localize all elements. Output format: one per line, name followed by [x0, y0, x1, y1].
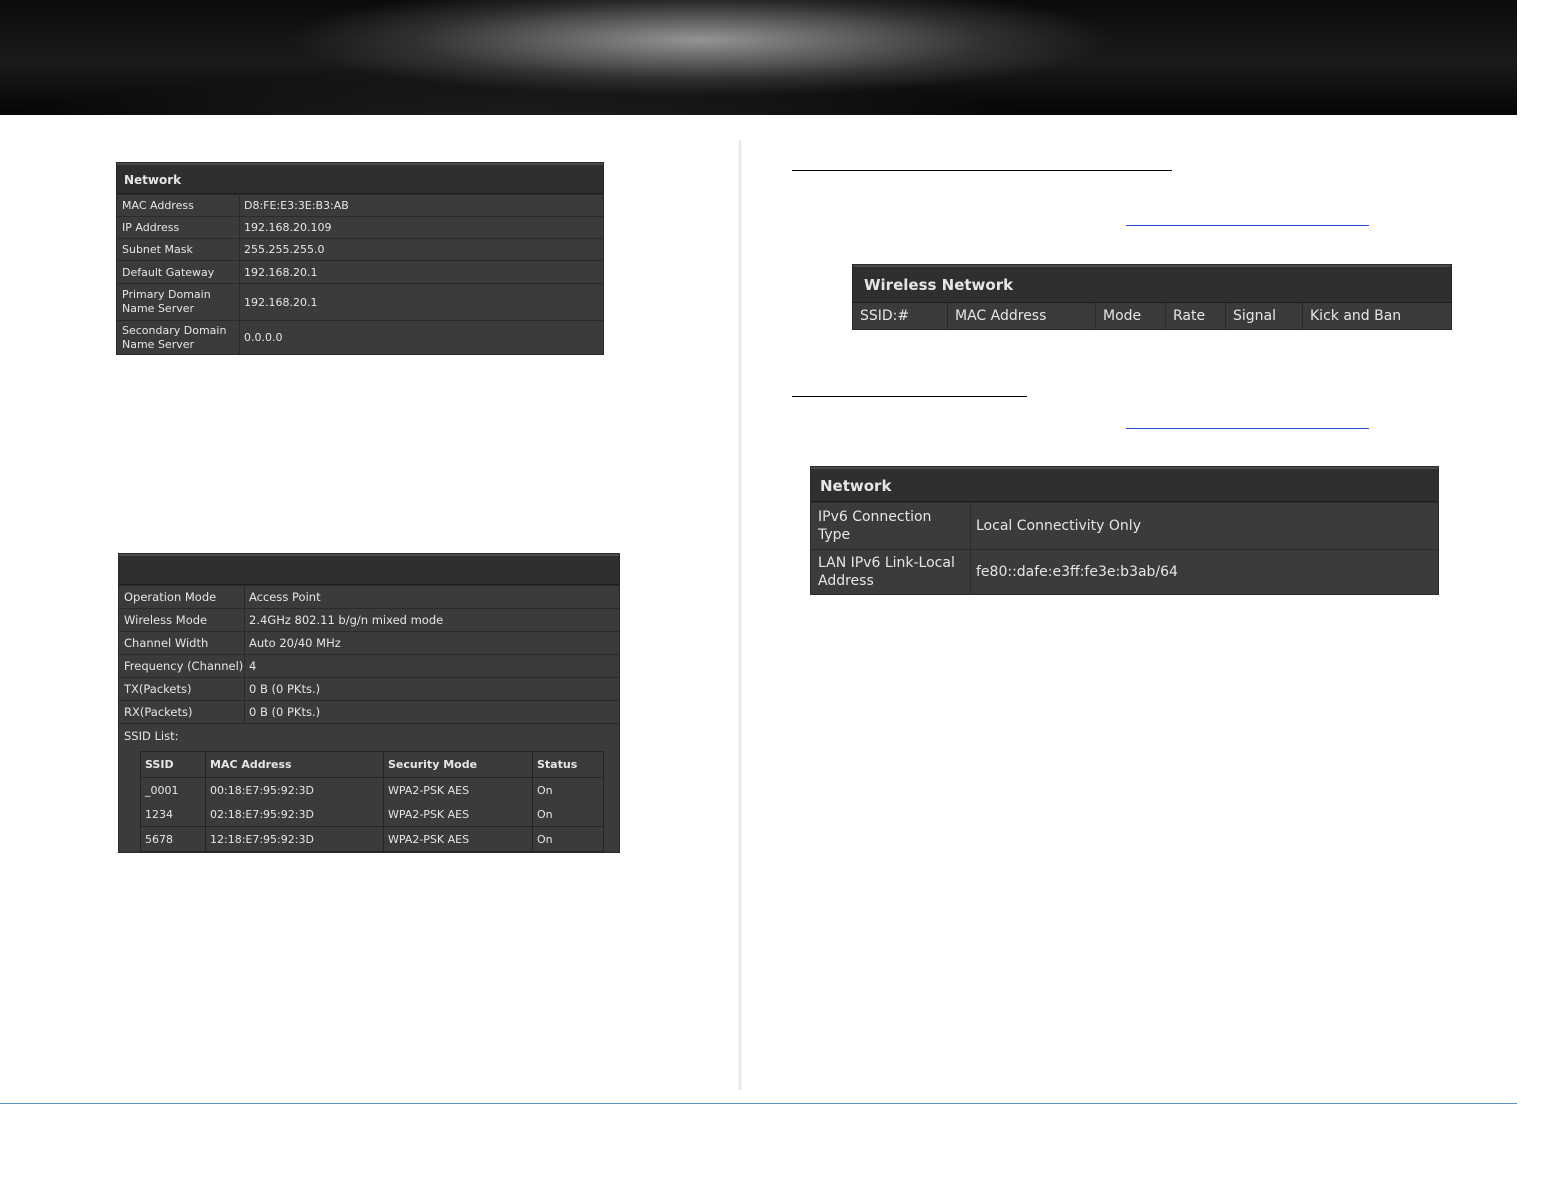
row-label: Subnet Mask: [117, 239, 240, 260]
status-row: MAC Address D8:FE:E3:3E:B3:AB: [117, 194, 603, 216]
ipv6-network-panel: Network IPv6 Connection Type Local Conne…: [810, 466, 1439, 595]
row-label: RX(Packets): [119, 701, 245, 723]
ssid-table: SSID MAC Address Security Mode Status _0…: [140, 751, 604, 852]
status-cell: On: [537, 807, 553, 821]
row-value: 0 B (0 PKts.): [249, 682, 321, 696]
status-row: Operation Mode Access Point: [119, 585, 619, 608]
column-header: SSID: [141, 752, 206, 778]
row-label: TX(Packets): [119, 678, 245, 700]
column-header: Signal: [1226, 303, 1303, 330]
row-label: Wireless Mode: [119, 609, 245, 631]
row-value: D8:FE:E3:3E:B3:AB: [244, 199, 349, 212]
status-cell: On: [537, 783, 553, 797]
row-value: 2.4GHz 802.11 b/g/n mixed mode: [249, 613, 444, 627]
row-value: 192.168.20.1: [244, 265, 318, 279]
column-header: MAC Address: [205, 752, 384, 778]
status-row: Wireless Mode 2.4GHz 802.11 b/g/n mixed …: [119, 608, 619, 631]
security-cell: WPA2-PSK AES: [383, 826, 533, 851]
row-value: fe80::dafe:e3ff:fe3e:b3ab/64: [976, 564, 1178, 580]
column-header: SSID:#: [853, 303, 948, 330]
column-header: MAC Address: [948, 303, 1096, 330]
footer-rule: [0, 1103, 1517, 1104]
row-value: 4: [249, 659, 257, 673]
row-value: Local Connectivity Only: [976, 518, 1141, 534]
table-row: 5678 12:18:E7:95:92:3D WPA2-PSK AES On: [141, 826, 603, 851]
network-status-panel: Network MAC Address D8:FE:E3:3E:B3:AB IP…: [116, 162, 604, 355]
status-row: Channel Width Auto 20/40 MHz: [119, 631, 619, 654]
row-value: 255.255.255.0: [244, 243, 325, 256]
row-label: IP Address: [117, 217, 240, 238]
row-label: IPv6 Connection Type: [811, 503, 971, 549]
section-underline-2: [792, 396, 1027, 397]
table-header: SSID:# MAC Address Mode Rate Signal Kick…: [853, 303, 1451, 330]
status-row: IPv6 Connection Type Local Connectivity …: [811, 502, 1438, 549]
column-header: Mode: [1096, 303, 1166, 330]
ssid-cell: 5678: [141, 826, 206, 851]
status-row: Secondary Domain Name Server 0.0.0.0: [117, 320, 603, 354]
row-value: Access Point: [249, 590, 321, 604]
ssid-cell: _0001: [141, 777, 206, 802]
status-row: Default Gateway 192.168.20.1: [117, 260, 603, 283]
panel-title: Wireless Network: [853, 265, 1451, 303]
row-value: Auto 20/40 MHz: [249, 636, 341, 650]
status-row: Primary Domain Name Server 192.168.20.1: [117, 283, 603, 320]
row-label: Secondary Domain Name Server: [117, 321, 240, 354]
row-value: 0 B (0 PKts.): [249, 705, 321, 719]
security-cell: WPA2-PSK AES: [383, 777, 533, 802]
row-value: 192.168.20.109: [244, 221, 332, 234]
panel-title: [119, 554, 619, 585]
ssid-cell: 1234: [141, 802, 206, 827]
section-underline-1: [792, 170, 1172, 171]
panel-title: Network: [811, 467, 1438, 502]
status-row: Subnet Mask 255.255.255.0: [117, 238, 603, 260]
security-cell: WPA2-PSK AES: [383, 802, 533, 827]
row-value: 192.168.20.1: [244, 295, 318, 309]
status-row: LAN IPv6 Link-Local Address fe80::dafe:e…: [811, 549, 1438, 594]
column-header: Status: [532, 752, 603, 778]
mac-cell: 00:18:E7:95:92:3D: [205, 777, 384, 802]
hyperlink-underline-1[interactable]: [1126, 225, 1369, 226]
row-label: Primary Domain Name Server: [117, 284, 240, 320]
row-label: Default Gateway: [117, 261, 240, 283]
row-label: MAC Address: [117, 195, 240, 216]
column-divider: [738, 140, 742, 1090]
row-label: Channel Width: [119, 632, 245, 654]
wireless-network-panel: Wireless Network SSID:# MAC Address Mode…: [852, 264, 1452, 330]
row-label: Operation Mode: [119, 586, 245, 608]
ssid-list-label: SSID List:: [119, 723, 619, 749]
column-header: Security Mode: [383, 752, 533, 778]
wireless-status-panel: Operation Mode Access Point Wireless Mod…: [118, 553, 620, 853]
status-row: RX(Packets) 0 B (0 PKts.): [119, 700, 619, 723]
mac-cell: 12:18:E7:95:92:3D: [205, 826, 384, 851]
mac-cell: 02:18:E7:95:92:3D: [205, 802, 384, 827]
row-label: Frequency (Channel): [119, 655, 245, 677]
hyperlink-underline-2[interactable]: [1126, 428, 1369, 429]
row-label: LAN IPv6 Link-Local Address: [811, 550, 971, 594]
panel-title: Network: [117, 163, 603, 194]
column-header: Rate: [1166, 303, 1226, 330]
header-banner: [0, 0, 1517, 115]
table-row: _0001 00:18:E7:95:92:3D WPA2-PSK AES On: [141, 777, 603, 802]
table-header: SSID MAC Address Security Mode Status: [141, 752, 603, 778]
status-row: Frequency (Channel) 4: [119, 654, 619, 677]
table-row: 1234 02:18:E7:95:92:3D WPA2-PSK AES On: [141, 802, 603, 827]
row-value: 0.0.0.0: [244, 331, 283, 344]
status-cell: On: [532, 826, 603, 851]
status-row: TX(Packets) 0 B (0 PKts.): [119, 677, 619, 700]
column-header: Kick and Ban: [1310, 308, 1402, 324]
status-row: IP Address 192.168.20.109: [117, 216, 603, 238]
